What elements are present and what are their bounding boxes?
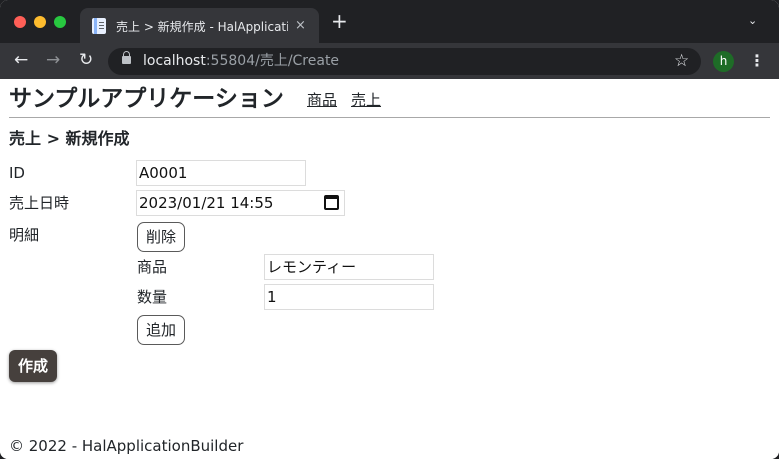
window-minimize-button[interactable] [34,16,46,28]
reload-button[interactable]: ↻ [79,50,93,70]
new-tab-button[interactable]: + [331,11,348,31]
forward-button[interactable]: → [46,50,60,70]
tab-title: 売上 > 新規作成 - HalApplicatio [116,20,288,34]
back-button[interactable]: ← [14,50,28,70]
address-bar[interactable]: localhost:55804/売上/Create ☆ [108,48,701,75]
lock-icon[interactable] [122,51,131,64]
tab-close-icon[interactable]: × [295,17,306,34]
window-close-button[interactable] [14,16,26,28]
url-host: localhost [143,53,206,69]
id-input[interactable]: A0001 [136,160,306,186]
url-text[interactable]: localhost:55804/売上/Create [143,53,339,70]
nav-link-sales[interactable]: 売上 [351,90,381,110]
quantity-label: 数量 [137,288,168,306]
tab-active[interactable]: 売上 > 新規作成 - HalApplicatio × [80,8,319,43]
footer-text: © 2022 - HalApplicationBuilder [9,437,244,455]
date-input[interactable]: 2023/01/21 14:55 [136,190,345,216]
nav-link-products[interactable]: 商品 [307,90,337,110]
quantity-input[interactable]: 1 [264,284,434,310]
browser-menu-icon[interactable]: ⋮ [749,51,765,71]
window-maximize-button[interactable] [54,16,66,28]
header-divider [9,117,770,118]
create-button[interactable]: 作成 [9,350,57,382]
browser-toolbar: ← → ↻ localhost:55804/売上/Create ☆ h ⋮ [0,43,779,79]
delete-button[interactable]: 削除 [137,222,185,252]
detail-label: 明細 [9,226,40,244]
date-value: 2023/01/21 14:55 [139,194,274,212]
product-label: 商品 [137,258,168,276]
tab-search-chevron-icon[interactable]: ⌄ [748,14,757,27]
id-label: ID [9,164,25,182]
browser-window: 売上 > 新規作成 - HalApplicatio × + ⌄ ← → ↻ lo… [0,0,779,459]
page-content: サンプルアプリケーション 商品 売上 売上 > 新規作成 ID A0001 売上… [0,79,779,459]
app-brand[interactable]: サンプルアプリケーション [9,84,284,114]
date-label: 売上日時 [9,194,70,212]
profile-avatar[interactable]: h [713,51,734,72]
bookmark-star-icon[interactable]: ☆ [674,51,689,71]
add-button[interactable]: 追加 [137,315,185,345]
document-icon [92,18,106,34]
tab-strip: 売上 > 新規作成 - HalApplicatio × + ⌄ [0,0,779,43]
calendar-icon[interactable] [324,195,339,210]
page-title: 売上 > 新規作成 [9,129,130,148]
url-path: :55804/売上/Create [205,53,340,69]
product-input[interactable]: レモンティー [264,254,434,280]
